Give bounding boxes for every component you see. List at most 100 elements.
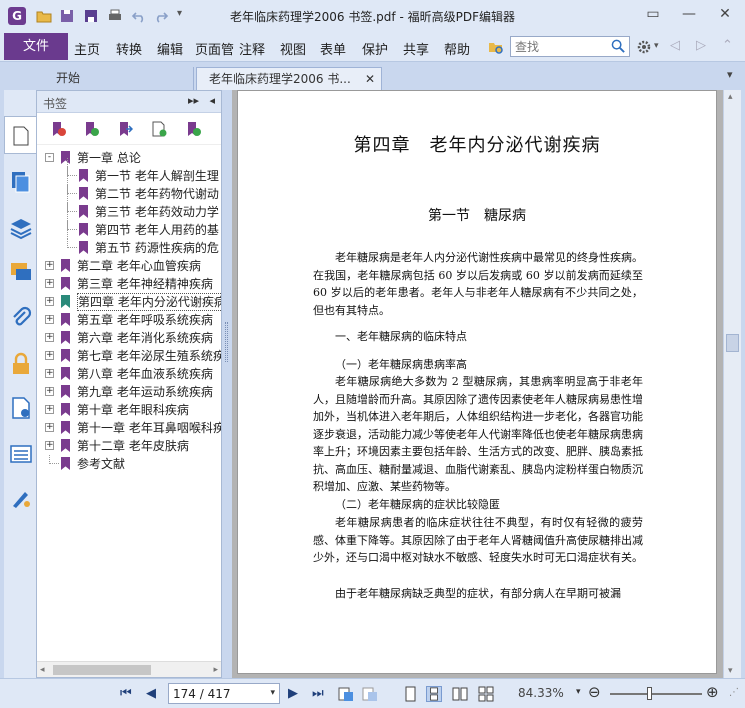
- bookmark-item[interactable]: 第一节 老年人解剖生理: [37, 167, 221, 185]
- tab-start[interactable]: 开始: [44, 67, 194, 90]
- menu-edit[interactable]: 编辑: [157, 39, 183, 58]
- zoom-level[interactable]: 84.33%: [518, 686, 564, 700]
- scroll-left-icon[interactable]: ◂: [40, 665, 45, 675]
- collapse-panel-icon[interactable]: ◂: [209, 94, 215, 107]
- continuous-facing-icon[interactable]: [478, 686, 494, 702]
- security-lock-icon[interactable]: [9, 352, 33, 376]
- scroll-right-icon[interactable]: ▸: [213, 665, 218, 675]
- page-layout-icon[interactable]: [362, 686, 378, 702]
- bookmark-item[interactable]: 第二节 老年药物代谢动: [37, 185, 221, 203]
- new-bookmark-page-icon[interactable]: [151, 121, 167, 137]
- document-view[interactable]: 第四章 老年内分泌代谢疾病 第一节 糖尿病 老年糖尿病是老年人内分泌代谢性疾病中…: [232, 90, 723, 678]
- bookmarks-tab[interactable]: [4, 116, 36, 154]
- gear-icon[interactable]: [636, 39, 652, 55]
- collapse-node-icon[interactable]: -: [45, 153, 54, 162]
- continuous-page-icon[interactable]: [426, 686, 442, 702]
- attachment-icon[interactable]: [9, 306, 33, 330]
- page-thumbnail-icon[interactable]: [338, 686, 354, 702]
- scroll-down-icon[interactable]: ▾: [728, 666, 733, 676]
- vertical-scrollbar[interactable]: ▴ ▾: [723, 90, 741, 678]
- add-bookmark-icon[interactable]: [83, 121, 99, 137]
- close-tab-icon[interactable]: ✕: [365, 68, 375, 90]
- expand-node-icon[interactable]: +: [45, 315, 54, 324]
- search-icon[interactable]: [611, 39, 626, 54]
- menu-form[interactable]: 表单: [320, 39, 346, 58]
- vertical-scroll-thumb[interactable]: [726, 334, 739, 352]
- page-number-field[interactable]: 174 / 417 ▾: [168, 683, 280, 704]
- bookmark-item[interactable]: + 第四章 老年内分泌代谢疾病: [37, 293, 221, 311]
- restore-icon[interactable]: ▭: [640, 6, 666, 24]
- collapse-ribbon-icon[interactable]: ⌃: [722, 38, 733, 53]
- zoom-in-icon[interactable]: ⊕: [706, 683, 719, 701]
- signature-icon[interactable]: [9, 486, 33, 510]
- expand-node-icon[interactable]: +: [45, 423, 54, 432]
- expand-node-icon[interactable]: +: [45, 297, 54, 306]
- expand-node-icon[interactable]: +: [45, 261, 54, 270]
- scroll-up-icon[interactable]: ▴: [728, 92, 733, 102]
- pages-thumbnails-icon[interactable]: [9, 170, 33, 194]
- panel-splitter[interactable]: [222, 90, 232, 678]
- nav-next-icon[interactable]: ▷: [696, 38, 706, 53]
- settings-dropdown-icon[interactable]: ▾: [654, 41, 659, 51]
- single-page-icon[interactable]: [402, 686, 418, 702]
- bookmark-item[interactable]: + 第十二章 老年皮肤病: [37, 437, 221, 455]
- folder-search-icon[interactable]: [488, 39, 504, 55]
- expand-node-icon[interactable]: +: [45, 441, 54, 450]
- bookmark-check-icon[interactable]: [185, 121, 201, 137]
- zoom-slider[interactable]: [610, 693, 702, 695]
- delete-bookmark-icon[interactable]: [50, 121, 66, 137]
- menu-comment[interactable]: 注释: [239, 39, 265, 58]
- page-dropdown-icon[interactable]: ▾: [270, 688, 275, 698]
- minimize-button[interactable]: —: [676, 6, 702, 24]
- menu-share[interactable]: 共享: [403, 39, 429, 58]
- menu-help[interactable]: 帮助: [444, 39, 470, 58]
- zoom-out-icon[interactable]: ⊖: [588, 683, 601, 701]
- tab-list-dropdown-icon[interactable]: ▾: [727, 68, 733, 81]
- splitter-grip[interactable]: [225, 322, 228, 362]
- expand-node-icon[interactable]: +: [45, 405, 54, 414]
- menu-view[interactable]: 视图: [280, 39, 306, 58]
- menu-protect[interactable]: 保护: [362, 39, 388, 58]
- close-window-button[interactable]: ✕: [712, 6, 738, 24]
- bookmark-item[interactable]: + 第二章 老年心血管疾病: [37, 257, 221, 275]
- zoom-dropdown-icon[interactable]: ▾: [576, 687, 581, 697]
- bookmark-item[interactable]: + 第九章 老年运动系统疾病: [37, 383, 221, 401]
- first-page-icon[interactable]: ⏮: [120, 686, 136, 702]
- bookmark-item[interactable]: + 第八章 老年血液系统疾病: [37, 365, 221, 383]
- bookmark-item[interactable]: + 第十章 老年眼科疾病: [37, 401, 221, 419]
- bookmark-item[interactable]: + 第七章 老年泌尿生殖系统疾: [37, 347, 221, 365]
- bookmark-item[interactable]: 第五节 药源性疾病的危: [37, 239, 221, 257]
- bookmark-item[interactable]: + 第六章 老年消化系统疾病: [37, 329, 221, 347]
- bookmark-item[interactable]: 参考文献: [37, 455, 221, 473]
- bookmark-arrow-icon[interactable]: [117, 121, 133, 137]
- document-properties-icon[interactable]: [9, 396, 33, 420]
- expand-node-icon[interactable]: +: [45, 279, 54, 288]
- zoom-slider-thumb[interactable]: [647, 687, 652, 700]
- expand-node-icon[interactable]: +: [45, 333, 54, 342]
- next-page-icon[interactable]: ▶: [288, 686, 304, 702]
- horizontal-scrollbar[interactable]: ◂ ▸: [37, 661, 221, 677]
- bookmark-item[interactable]: - 第一章 总论: [37, 149, 221, 167]
- bookmark-item[interactable]: + 第五章 老年呼吸系统疾病: [37, 311, 221, 329]
- last-page-icon[interactable]: ⏭: [312, 686, 328, 702]
- expand-node-icon[interactable]: +: [45, 351, 54, 360]
- expand-node-icon[interactable]: +: [45, 387, 54, 396]
- content-list-icon[interactable]: [9, 442, 33, 466]
- search-input[interactable]: [511, 37, 607, 56]
- menu-home[interactable]: 主页: [74, 39, 100, 58]
- file-menu-button[interactable]: 文件: [4, 33, 68, 60]
- tab-document[interactable]: 老年临床药理学2006 书... ✕: [196, 67, 382, 90]
- bookmark-item[interactable]: + 第十一章 老年耳鼻咽喉科疾: [37, 419, 221, 437]
- expand-panel-icon[interactable]: ▸▸: [188, 94, 199, 107]
- expand-node-icon[interactable]: +: [45, 369, 54, 378]
- menu-page-management[interactable]: 页面管: [195, 39, 235, 58]
- bookmark-item[interactable]: 第四节 老年人用药的基: [37, 221, 221, 239]
- nav-prev-icon[interactable]: ◁: [670, 38, 680, 53]
- horizontal-scroll-thumb[interactable]: [53, 665, 151, 675]
- menu-convert[interactable]: 转换: [116, 39, 142, 58]
- previous-page-icon[interactable]: ◀: [146, 686, 162, 702]
- search-box[interactable]: [510, 36, 630, 57]
- facing-pages-icon[interactable]: [452, 686, 468, 702]
- layers-icon[interactable]: [9, 216, 33, 240]
- comments-icon[interactable]: [9, 260, 33, 284]
